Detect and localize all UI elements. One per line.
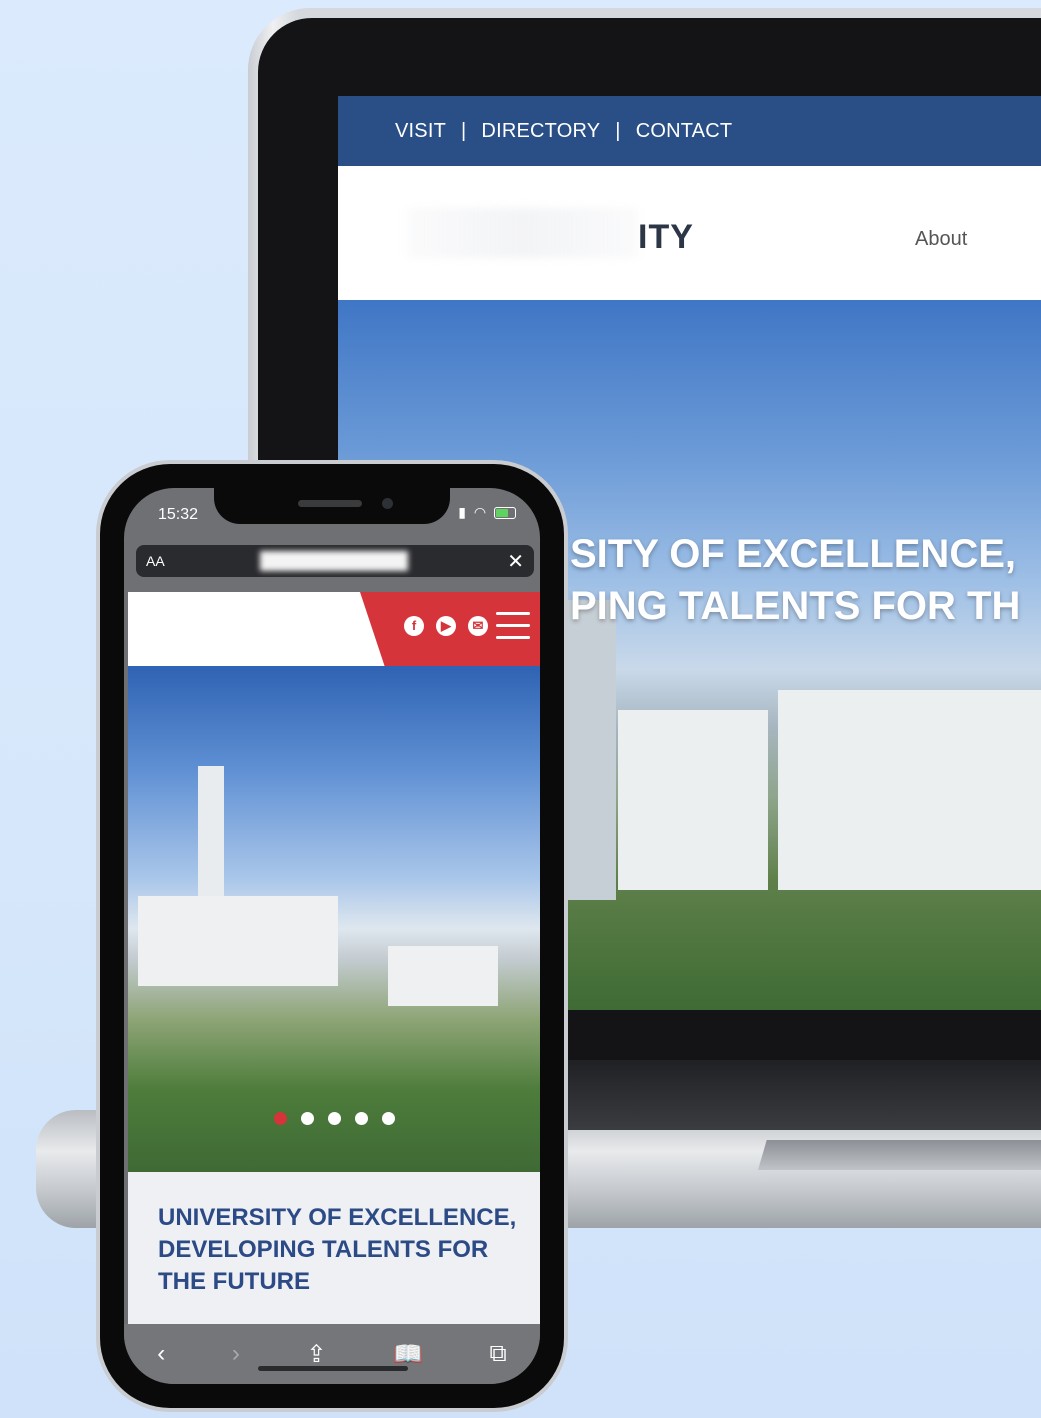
status-icons: ▮ ◠ [458,504,516,521]
site-header: ITY About [338,166,1041,300]
bookmarks-icon[interactable]: 📖 [393,1340,423,1369]
visit-link[interactable]: VISIT [395,120,446,143]
hero-building [618,710,768,890]
back-icon[interactable]: ‹ [157,1340,165,1368]
youtube-icon[interactable]: ▶ [436,616,456,636]
carousel-dot[interactable] [382,1112,395,1125]
site-logo-text[interactable]: ITY [638,218,694,257]
close-icon[interactable]: ✕ [507,549,524,574]
mobile-site-header: f ▶ ✉ [128,592,540,676]
hero-building [138,896,338,986]
speaker-grille [298,500,362,507]
facebook-icon[interactable]: f [404,616,424,636]
separator: | [615,119,621,142]
phone-frame: 15:32 ▮ ◠ AA ✕ f ▶ ✉ UNIVERSITY OF EXCEL… [96,460,568,1412]
laptop-trackpad [758,1140,1041,1170]
contact-link[interactable]: CONTACT [636,120,733,143]
hero-building [388,946,498,1006]
carousel-dot[interactable] [328,1112,341,1125]
url-redacted [260,551,408,571]
phone-body: 15:32 ▮ ◠ AA ✕ f ▶ ✉ UNIVERSITY OF EXCEL… [100,464,564,1408]
nav-about[interactable]: About [915,228,967,251]
top-utility-bar: VISIT | DIRECTORY | CONTACT [338,96,1041,166]
directory-link[interactable]: DIRECTORY [481,120,600,143]
reader-aa-button[interactable]: AA [146,553,165,569]
signal-icon: ▮ [458,504,468,520]
logo-redacted[interactable] [408,208,638,258]
mobile-hero-caption: UNIVERSITY OF EXCELLENCE, DEVELOPING TAL… [128,1172,540,1324]
status-time: 15:32 [158,506,199,523]
hero-title-line2: PING TALENTS FOR TH [570,584,1021,628]
home-indicator [258,1366,408,1371]
hero-title: SITY OF EXCELLENCE, PING TALENTS FOR TH [570,528,1020,632]
email-icon[interactable]: ✉ [468,616,488,636]
hamburger-menu-icon[interactable] [496,612,530,639]
phone-notch [214,488,450,524]
share-icon[interactable]: ⇪ [306,1340,326,1369]
carousel-dot[interactable] [355,1112,368,1125]
hero-title-line1: SITY OF EXCELLENCE, [570,532,1016,576]
carousel-dot[interactable] [301,1112,314,1125]
hero-building [778,690,1041,890]
mobile-hero-image [128,666,540,1172]
separator: | [461,119,467,142]
browser-address-bar[interactable]: AA ✕ [136,545,534,577]
hero-tower [568,600,616,900]
carousel-dot[interactable] [274,1112,287,1125]
front-camera [382,498,393,509]
hero-caption-title: UNIVERSITY OF EXCELLENCE, DEVELOPING TAL… [158,1204,517,1295]
phone-screen: 15:32 ▮ ◠ AA ✕ f ▶ ✉ UNIVERSITY OF EXCEL… [124,488,540,1384]
carousel-dots [274,1112,395,1125]
browser-toolbar: ‹ › ⇪ 📖 ⧉ [124,1324,540,1384]
laptop-keyboard [560,1060,1041,1130]
mobile-header-red-panel: f ▶ ✉ [360,592,540,676]
forward-icon[interactable]: › [232,1340,240,1368]
tabs-icon[interactable]: ⧉ [490,1340,507,1368]
battery-icon [494,507,516,520]
wifi-icon: ◠ [473,504,489,520]
